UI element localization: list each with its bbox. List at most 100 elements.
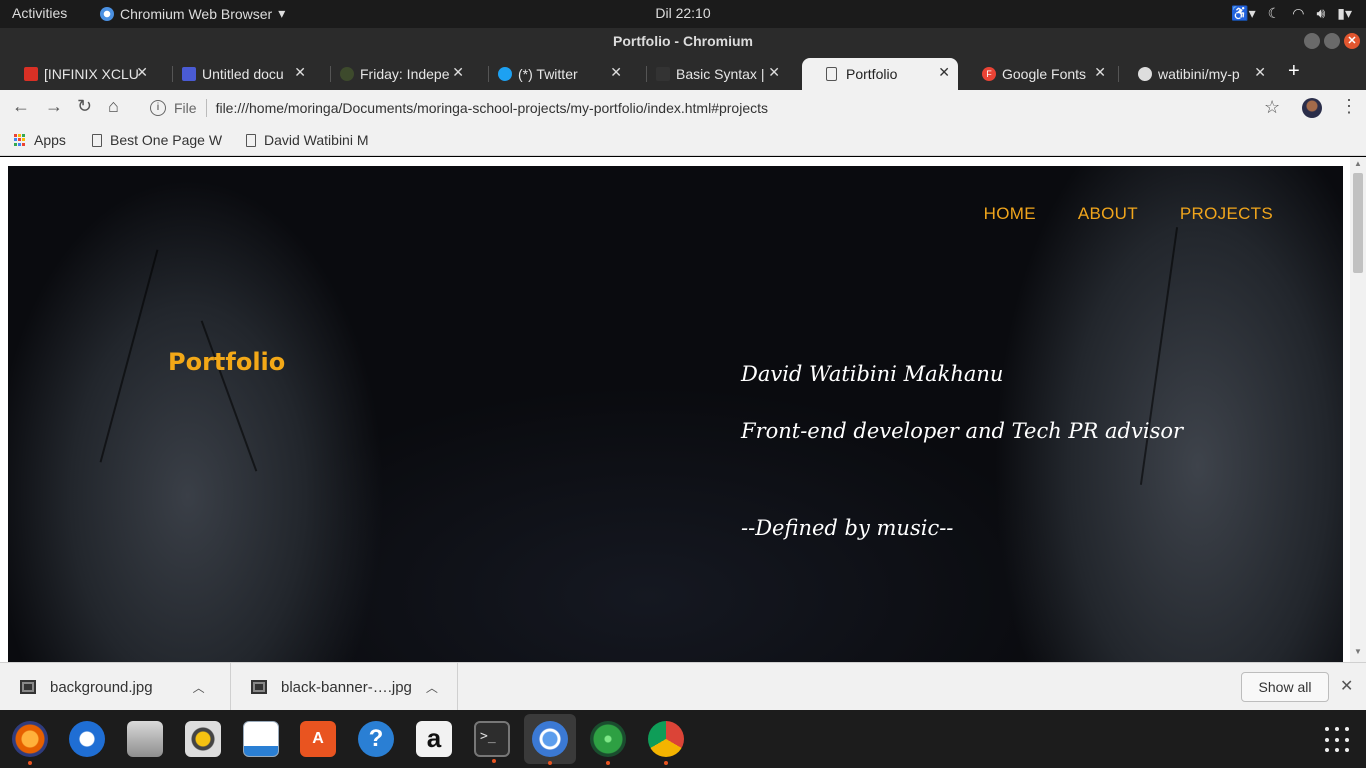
chevron-up-icon[interactable]: ︿: [426, 679, 438, 696]
page-icon: [92, 133, 102, 147]
night-light-icon: ☾: [1267, 5, 1281, 21]
system-tray[interactable]: ♿▾ ☾ ◠ 🔊︎ ▮▾: [1231, 5, 1352, 22]
image-file-icon: [20, 680, 36, 694]
page-viewport: HOME ABOUT PROJECTS Portfolio David Wati…: [0, 157, 1366, 662]
tab-twitter[interactable]: (*) Twitter ✕: [474, 58, 630, 90]
window-title-bar[interactable]: Portfolio - Chromium ✕: [0, 28, 1366, 54]
page-icon: [246, 133, 256, 147]
chrome-icon[interactable]: [648, 721, 684, 765]
wifi-icon: ◠: [1292, 5, 1305, 21]
profile-avatar[interactable]: [1302, 98, 1322, 118]
ubuntu-dock: A ? a >_: [0, 710, 1366, 768]
hero-role: Front-end developer and Tech PR advisor: [741, 419, 1184, 443]
scroll-down-icon[interactable]: ▼: [1354, 647, 1362, 656]
close-icon[interactable]: ✕: [938, 64, 950, 81]
bookmark-item[interactable]: Best One Page W: [92, 132, 222, 148]
page-icon: [826, 67, 837, 81]
chevron-down-icon: ▾: [278, 5, 286, 21]
help-icon[interactable]: ?: [358, 721, 394, 757]
leaf-icon: [340, 67, 354, 81]
files-icon[interactable]: [127, 721, 163, 757]
rhythmbox-icon[interactable]: [185, 721, 221, 757]
battery-icon: ▮▾: [1337, 5, 1352, 21]
show-all-button[interactable]: Show all: [1241, 672, 1329, 702]
activities-button[interactable]: Activities: [12, 5, 67, 21]
firefox-icon[interactable]: [12, 721, 48, 765]
nav-home-link[interactable]: HOME: [984, 204, 1036, 224]
amazon-icon[interactable]: a: [416, 721, 452, 757]
close-icon[interactable]: ✕: [136, 64, 148, 81]
writer-icon[interactable]: [243, 721, 279, 757]
close-window-button[interactable]: ✕: [1344, 33, 1360, 49]
download-item[interactable]: black-banner-….jpg ︿: [231, 663, 458, 711]
tab-title: Untitled docu: [202, 66, 284, 82]
close-icon[interactable]: ✕: [1094, 64, 1106, 81]
scroll-up-icon[interactable]: ▲: [1354, 159, 1362, 168]
download-item[interactable]: background.jpg ︿: [0, 663, 231, 711]
app-menu[interactable]: Chromium Web Browser ▾: [100, 5, 285, 22]
close-icon[interactable]: ✕: [294, 64, 306, 81]
tab-title: Basic Syntax |: [676, 66, 765, 82]
chevron-up-icon[interactable]: ︿: [193, 679, 205, 696]
maximize-button[interactable]: [1324, 33, 1340, 49]
url-text[interactable]: file:///home/moringa/Documents/moringa-s…: [216, 100, 768, 116]
twitter-icon: [498, 67, 512, 81]
tab-title: Google Fonts: [1002, 66, 1087, 82]
close-icon[interactable]: ✕: [610, 64, 622, 81]
volume-icon: 🔊︎: [1316, 5, 1326, 21]
portfolio-hero: HOME ABOUT PROJECTS Portfolio David Wati…: [8, 166, 1343, 662]
thunderbird-icon[interactable]: [69, 721, 105, 757]
close-icon[interactable]: ✕: [768, 64, 780, 81]
tab-title: [INFINIX XCLU: [44, 66, 139, 82]
main-nav: HOME ABOUT PROJECTS: [984, 204, 1273, 224]
app-menu-label: Chromium Web Browser: [120, 5, 273, 22]
info-icon[interactable]: i: [150, 100, 166, 116]
bookmark-label: David Watibini M: [264, 132, 369, 148]
nav-about-link[interactable]: ABOUT: [1078, 204, 1138, 224]
docs-icon: [182, 67, 196, 81]
tab-strip: [INFINIX XCLU ✕ Untitled docu ✕ Friday: …: [0, 54, 1366, 90]
forward-icon[interactable]: →: [45, 96, 63, 117]
tab-friday[interactable]: Friday: Indepe ✕: [316, 58, 472, 90]
show-applications-icon[interactable]: [1325, 727, 1351, 753]
hero-motto: --Defined by music--: [741, 516, 954, 540]
tab-basic-syntax[interactable]: Basic Syntax | ✕: [632, 58, 788, 90]
tab-google-fonts[interactable]: F Google Fonts ✕: [958, 58, 1114, 90]
apps-grid-icon: [14, 134, 26, 146]
omnibox-divider: [205, 99, 207, 117]
vertical-scrollbar[interactable]: ▲ ▼: [1350, 157, 1366, 662]
bookmark-label: Apps: [34, 132, 66, 148]
bookmark-label: Best One Page W: [110, 132, 223, 148]
bookmark-item[interactable]: David Watibini M: [246, 132, 369, 148]
minimize-button[interactable]: [1304, 33, 1320, 49]
scrollbar-thumb[interactable]: [1353, 173, 1363, 273]
tab-title: Friday: Indepe: [360, 66, 450, 82]
terminal-icon[interactable]: >_: [474, 721, 510, 763]
home-icon[interactable]: ⌂: [108, 96, 119, 117]
reload-icon[interactable]: ↻: [77, 96, 92, 117]
nav-projects-link[interactable]: PROJECTS: [1180, 204, 1273, 224]
address-bar[interactable]: i File file:///home/moringa/Documents/mo…: [140, 94, 1300, 122]
tab-portfolio[interactable]: Portfolio ✕: [802, 58, 958, 90]
accessibility-icon[interactable]: ♿▾: [1231, 5, 1255, 22]
bookmark-apps[interactable]: Apps: [14, 132, 66, 148]
google-fonts-icon: F: [982, 67, 996, 81]
close-icon[interactable]: ✕: [1340, 676, 1353, 696]
close-icon[interactable]: ✕: [452, 64, 464, 81]
image-file-icon: [251, 680, 267, 694]
chromium-icon[interactable]: [532, 721, 568, 765]
tab-gmail[interactable]: [INFINIX XCLU ✕: [0, 58, 156, 90]
chromium-icon: [100, 6, 114, 21]
menu-kebab-icon[interactable]: ⋮: [1340, 96, 1358, 117]
new-tab-button[interactable]: +: [1288, 60, 1300, 83]
software-icon[interactable]: A: [300, 721, 336, 757]
back-icon[interactable]: ←: [12, 96, 30, 117]
browser-toolbar: ← → ↻ ⌂ i File file:///home/moringa/Docu…: [0, 90, 1366, 126]
tab-docs[interactable]: Untitled docu ✕: [158, 58, 314, 90]
atom-icon[interactable]: [590, 721, 626, 765]
close-icon[interactable]: ✕: [1254, 64, 1266, 81]
tab-title: Portfolio: [846, 66, 898, 82]
github-icon: [1138, 67, 1152, 81]
tab-github[interactable]: watibini/my-p ✕: [1114, 58, 1274, 90]
bookmark-star-icon[interactable]: ☆: [1264, 97, 1280, 118]
